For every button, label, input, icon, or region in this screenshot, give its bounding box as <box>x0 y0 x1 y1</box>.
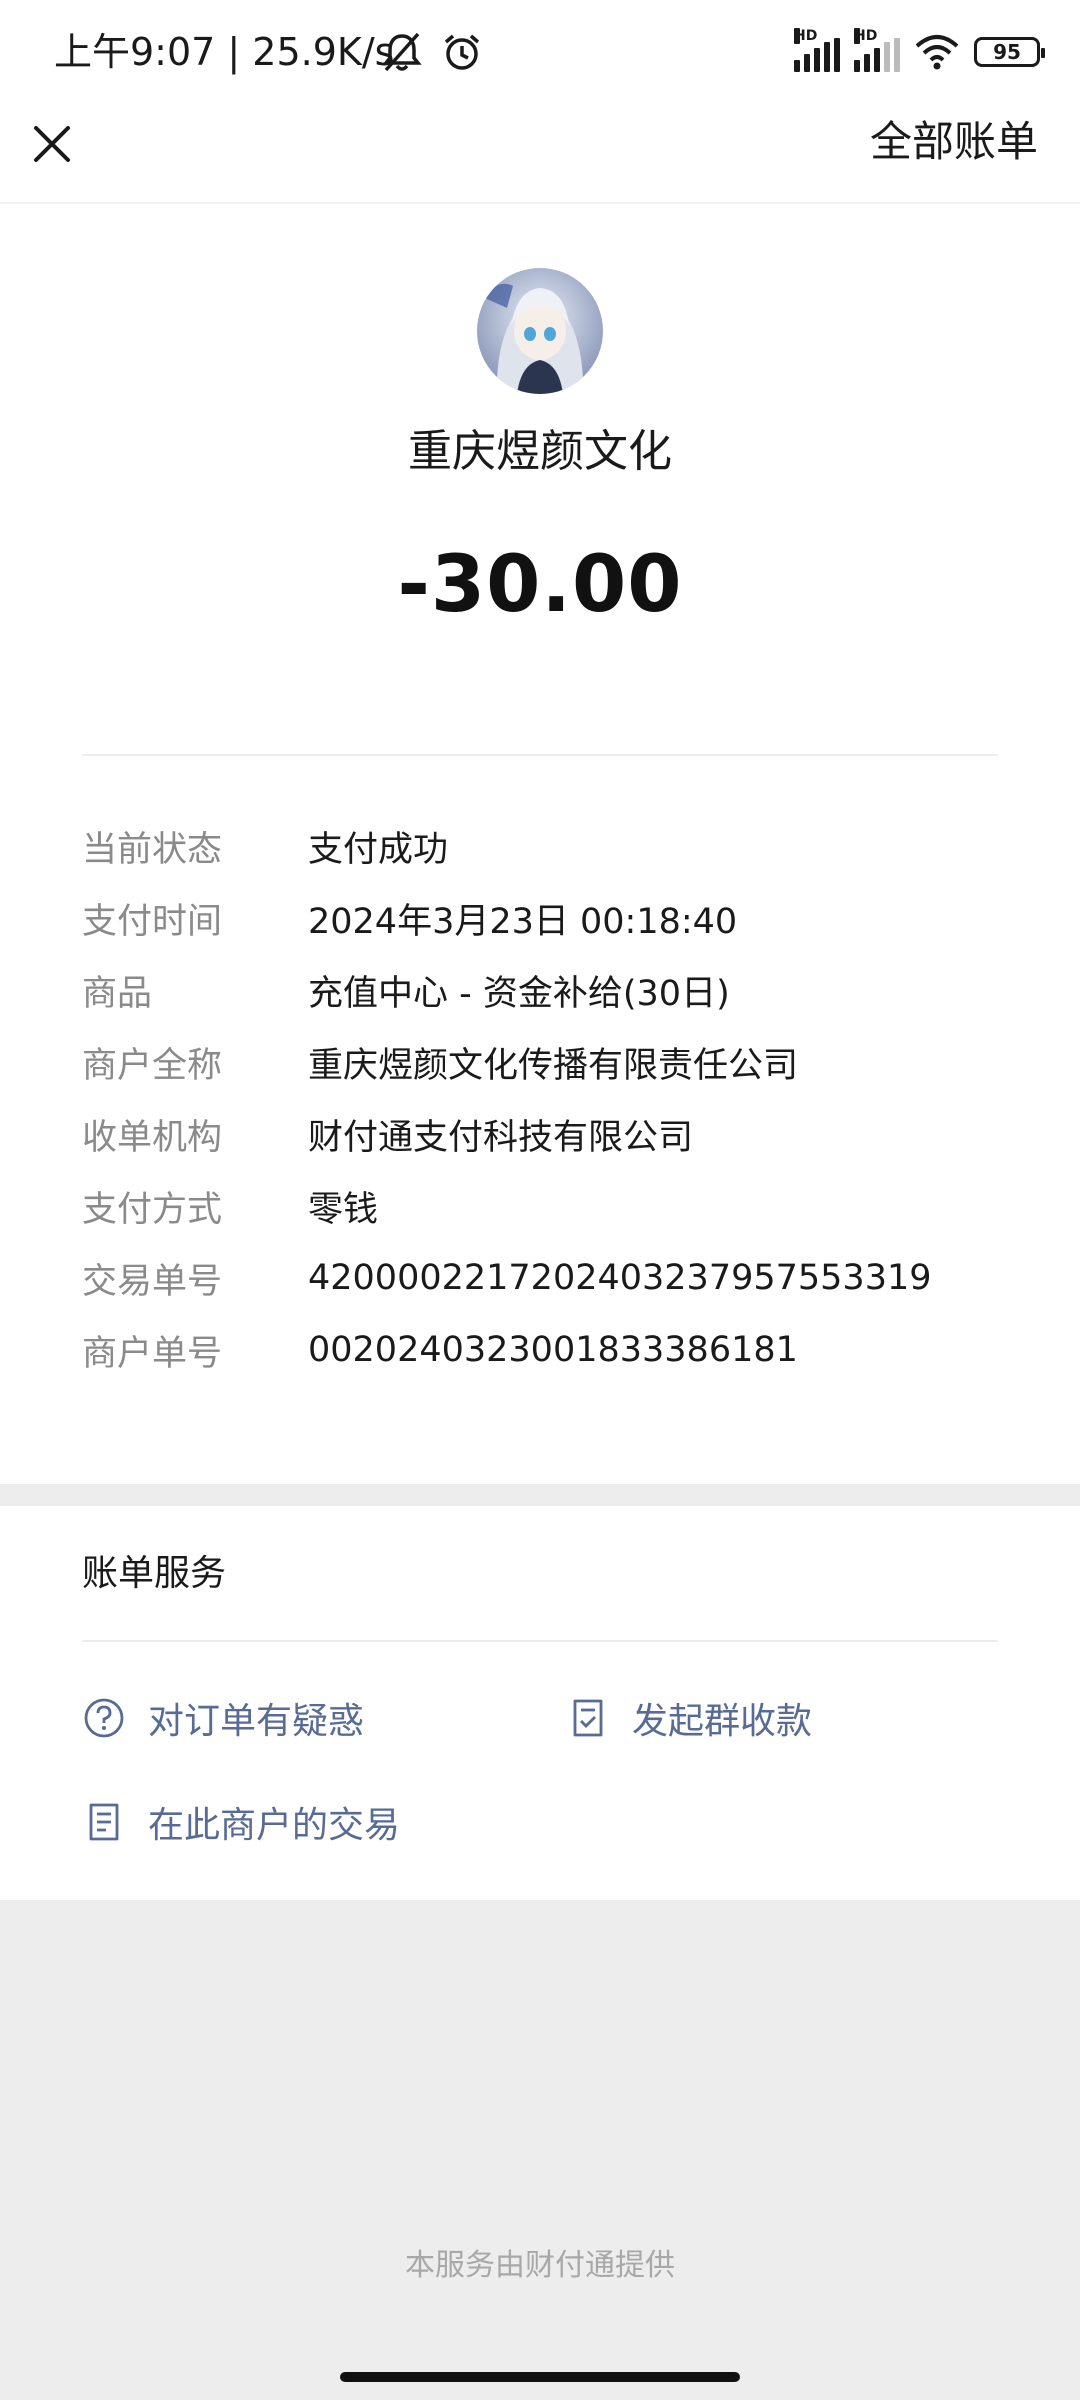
home-indicator[interactable] <box>340 2372 740 2382</box>
nav-divider <box>0 202 1080 204</box>
detail-value: 重庆煜颜文化传播有限责任公司 <box>308 1045 799 1086</box>
detail-row-product: 商品 充值中心 - 资金补给(30日) <box>82 954 1022 1026</box>
detail-label: 交易单号 <box>82 1261 223 1302</box>
document-icon <box>89 1803 119 1841</box>
signal-icon: HD <box>854 28 900 72</box>
payment-amount: -30.00 <box>397 540 683 630</box>
alarm-icon <box>444 34 480 70</box>
status-icons: HD HD 95 <box>794 28 1045 76</box>
battery-icon: 95 <box>974 37 1045 67</box>
detail-value[interactable]: 4200002217202403237957553319 <box>308 1258 932 1298</box>
detail-label: 商品 <box>82 973 153 1014</box>
detail-value: 支付成功 <box>308 829 449 870</box>
detail-label: 商户单号 <box>82 1333 223 1374</box>
service-label: 对订单有疑惑 <box>148 1701 365 1742</box>
merchant-avatar <box>477 268 603 394</box>
order-question-button[interactable]: 对订单有疑惑 <box>82 1684 364 1752</box>
detail-label: 当前状态 <box>82 829 223 870</box>
service-label: 发起群收款 <box>632 1701 813 1742</box>
detail-label: 支付方式 <box>82 1189 223 1230</box>
header-divider <box>82 754 998 756</box>
detail-value: 充值中心 - 资金补给(30日) <box>308 973 730 1014</box>
all-bills-link[interactable]: 全部账单 <box>870 112 1038 172</box>
detail-row-acquirer: 收单机构 财付通支付科技有限公司 <box>82 1098 1022 1170</box>
signal-icon: HD <box>794 28 840 72</box>
detail-label: 支付时间 <box>82 901 223 942</box>
footer-text: 本服务由财付通提供 <box>405 2248 675 2283</box>
merchant-transactions-button[interactable]: 在此商户的交易 <box>82 1788 400 1856</box>
detail-value: 零钱 <box>308 1189 379 1230</box>
services-divider <box>82 1640 998 1642</box>
question-circle-icon <box>84 1698 124 1738</box>
signal-hd-label: HD <box>794 28 818 44</box>
mute-icon <box>382 32 422 72</box>
signal-hd-label: HD <box>854 28 878 44</box>
nav-bar: 全部账单 <box>0 100 1080 204</box>
close-icon[interactable] <box>22 114 82 174</box>
detail-row-merchant-full-name: 商户全称 重庆煜颜文化传播有限责任公司 <box>82 1026 1022 1098</box>
detail-row-time: 支付时间 2024年3月23日 00:18:40 <box>82 882 1022 954</box>
section-separator <box>0 1484 1080 1506</box>
status-time: 上午9:07 | 25.9K/s <box>54 30 395 74</box>
detail-value: 2024年3月23日 00:18:40 <box>308 901 738 942</box>
detail-label: 商户全称 <box>82 1045 223 1086</box>
wifi-icon <box>915 35 959 70</box>
detail-row-status: 当前状态 支付成功 <box>82 810 1022 882</box>
group-collect-button[interactable]: 发起群收款 <box>566 1684 812 1752</box>
bill-services-title: 账单服务 <box>82 1553 227 1594</box>
detail-value[interactable]: 0020240323001833386181 <box>308 1330 798 1370</box>
detail-row-merchant-order-id: 商户单号 0020240323001833386181 <box>82 1314 1022 1386</box>
detail-value: 财付通支付科技有限公司 <box>308 1117 694 1158</box>
detail-row-transaction-id: 交易单号 4200002217202403237957553319 <box>82 1242 1022 1314</box>
status-bar: 上午9:07 | 25.9K/s HD HD 95 <box>0 0 1080 100</box>
detail-label: 收单机构 <box>82 1117 223 1158</box>
detail-row-payment-method: 支付方式 零钱 <box>82 1170 1022 1242</box>
footer-area <box>0 1900 1080 2400</box>
group-collect-icon <box>573 1699 603 1737</box>
merchant-name: 重庆煜颜文化 <box>408 426 672 477</box>
service-label: 在此商户的交易 <box>148 1805 401 1846</box>
